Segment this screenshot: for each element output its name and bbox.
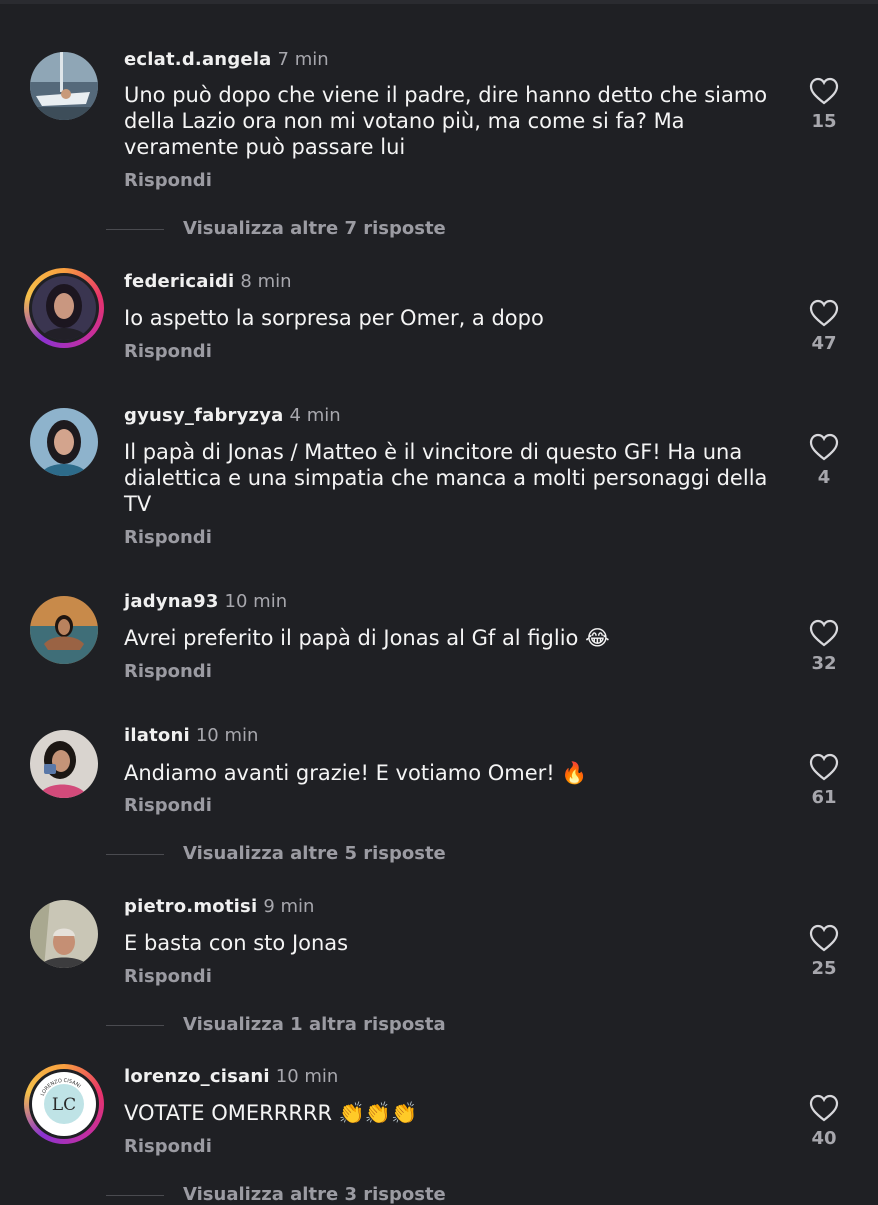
timestamp: 9 min: [263, 896, 315, 917]
avatar[interactable]: [30, 596, 98, 664]
comment-meta: eclat.d.angela 7 min: [124, 49, 329, 70]
heart-icon[interactable]: [809, 1094, 839, 1122]
avatar[interactable]: [30, 900, 98, 968]
heart-icon[interactable]: [809, 924, 839, 952]
like-button[interactable]: 47: [800, 299, 848, 354]
avatar[interactable]: [30, 52, 98, 120]
reply-button[interactable]: Rispondi: [124, 795, 212, 816]
view-more-label[interactable]: Visualizza 1 altra risposta: [183, 1014, 446, 1035]
avatar[interactable]: [30, 730, 98, 798]
comment-meta: lorenzo_cisani 10 min: [124, 1066, 338, 1087]
like-count: 40: [811, 1128, 837, 1149]
comment-meta: pietro.motisi 9 min: [124, 896, 314, 917]
comment-meta: jadyna93 10 min: [124, 591, 287, 612]
reply-button[interactable]: Rispondi: [124, 170, 212, 191]
username-link[interactable]: lorenzo_cisani: [124, 1066, 270, 1087]
username-link[interactable]: ilatoni: [124, 725, 190, 746]
divider-line: [106, 1025, 164, 1026]
reply-button[interactable]: Rispondi: [124, 661, 212, 682]
reply-button[interactable]: Rispondi: [124, 966, 212, 987]
comment-meta: federicaidi 8 min: [124, 271, 292, 292]
like-count: 61: [811, 787, 837, 808]
comment-text: Il papà di Jonas / Matteo è il vincitore…: [124, 440, 768, 516]
comment-text: Avrei preferito il papà di Jonas al Gf a…: [124, 626, 610, 650]
username-link[interactable]: eclat.d.angela: [124, 49, 272, 70]
username-link[interactable]: gyusy_fabryzya: [124, 405, 284, 426]
comment-text: Andiamo avanti grazie! E votiamo Omer! 🔥: [124, 761, 588, 785]
divider-line: [106, 1195, 164, 1196]
heart-icon[interactable]: [809, 619, 839, 647]
like-button[interactable]: 40: [800, 1094, 848, 1149]
username-link[interactable]: pietro.motisi: [124, 896, 257, 917]
timestamp: 10 min: [275, 1066, 339, 1087]
scroll-top-edge: [0, 0, 878, 4]
comment-meta: ilatoni 10 min: [124, 725, 258, 746]
comment-text: E basta con sto Jonas: [124, 931, 349, 955]
like-button[interactable]: 25: [800, 924, 848, 979]
view-more-label[interactable]: Visualizza altre 7 risposte: [183, 218, 446, 239]
timestamp: 4 min: [289, 405, 341, 426]
heart-icon[interactable]: [809, 299, 839, 327]
comment-meta: gyusy_fabryzya 4 min: [124, 405, 341, 426]
divider-line: [106, 229, 164, 230]
heart-icon[interactable]: [809, 433, 839, 461]
avatar[interactable]: [30, 408, 98, 476]
timestamp: 10 min: [224, 591, 288, 612]
like-button[interactable]: 4: [800, 433, 848, 488]
timestamp: 10 min: [195, 725, 259, 746]
username-link[interactable]: federicaidi: [124, 271, 234, 292]
like-count: 47: [811, 333, 837, 354]
like-count: 15: [811, 111, 837, 132]
timestamp: 7 min: [277, 49, 329, 70]
timestamp: 8 min: [240, 271, 292, 292]
like-count: 4: [817, 467, 831, 488]
view-more-label[interactable]: Visualizza altre 3 risposte: [183, 1184, 446, 1205]
like-button[interactable]: 32: [800, 619, 848, 674]
view-more-label[interactable]: Visualizza altre 5 risposte: [183, 843, 446, 864]
comment-text: VOTATE OMERRRRR 👏👏👏: [124, 1101, 418, 1125]
like-count: 25: [811, 958, 837, 979]
like-button[interactable]: 15: [800, 77, 848, 132]
like-button[interactable]: 61: [800, 753, 848, 808]
reply-button[interactable]: Rispondi: [124, 1136, 212, 1157]
avatar-story-ring[interactable]: [24, 268, 104, 348]
reply-button[interactable]: Rispondi: [124, 341, 212, 362]
heart-icon[interactable]: [809, 753, 839, 781]
comment-text: Io aspetto la sorpresa per Omer, a dopo: [124, 306, 544, 330]
logo-letters: LC: [52, 1095, 76, 1115]
reply-button[interactable]: Rispondi: [124, 527, 212, 548]
lc-logo-icon: LC LORENZO CISANI: [33, 1073, 95, 1135]
comment-text: Uno può dopo che viene il padre, dire ha…: [124, 83, 768, 159]
username-link[interactable]: jadyna93: [124, 591, 219, 612]
like-count: 32: [811, 653, 837, 674]
heart-icon[interactable]: [809, 77, 839, 105]
avatar-story-ring[interactable]: LC LORENZO CISANI: [24, 1064, 104, 1144]
divider-line: [106, 854, 164, 855]
